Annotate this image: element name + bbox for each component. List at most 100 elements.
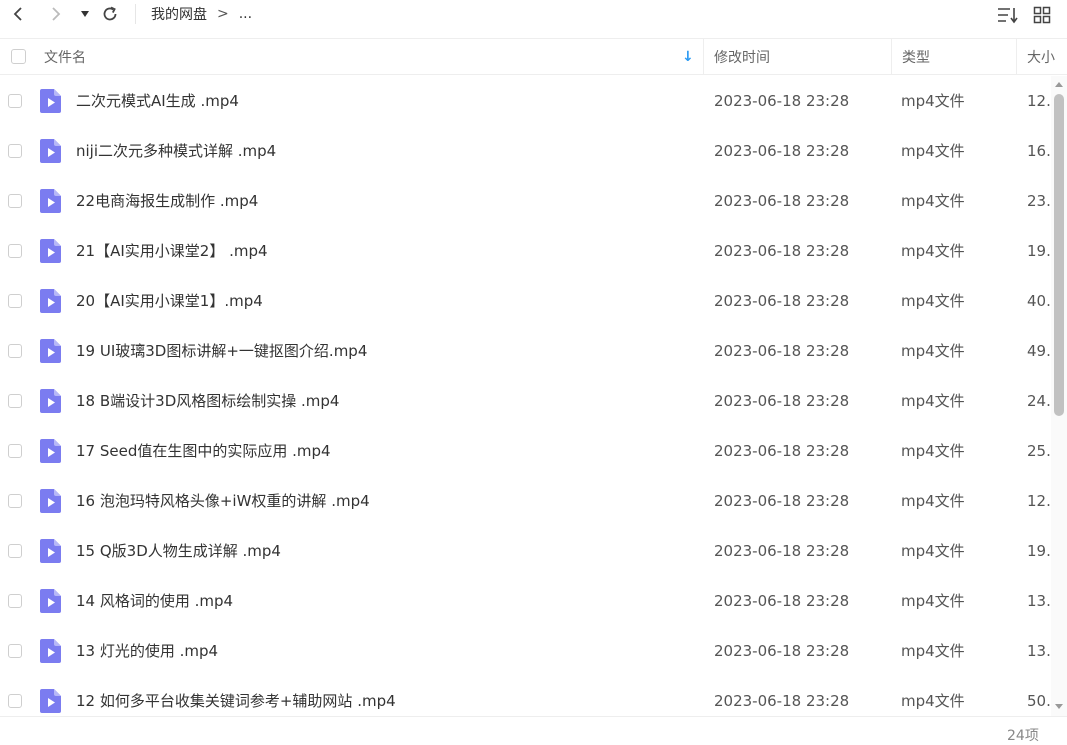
video-file-icon [40,689,61,713]
column-divider[interactable] [703,39,704,74]
file-modified: 2023-06-18 23:28 [714,442,850,460]
file-row[interactable]: 二次元模式AI生成 .mp4 2023-06-18 23:28 mp4文件 12… [0,76,1050,126]
file-modified: 2023-06-18 23:28 [714,242,850,260]
file-modified: 2023-06-18 23:28 [714,342,850,360]
grid-view-icon [1033,6,1051,24]
footer-divider [0,716,1067,717]
row-checkbox[interactable] [8,544,22,558]
sort-descending-icon: ↓ [682,48,694,65]
sort-button[interactable] [996,3,1020,27]
file-size: 19. [1027,542,1050,560]
row-checkbox[interactable] [8,194,22,208]
scrollbar-thumb[interactable] [1054,94,1064,416]
column-divider[interactable] [1016,39,1017,74]
select-all-checkbox[interactable] [11,49,26,64]
row-checkbox[interactable] [8,344,22,358]
row-checkbox[interactable] [8,244,22,258]
scroll-up-arrow-icon[interactable] [1055,82,1063,87]
file-type: mp4文件 [901,392,965,410]
refresh-button[interactable] [100,2,120,26]
file-row[interactable]: 13 灯光的使用 .mp4 2023-06-18 23:28 mp4文件 13. [0,626,1050,676]
file-type: mp4文件 [901,142,965,160]
file-modified: 2023-06-18 23:28 [714,492,850,510]
file-row[interactable]: 21【AI实用小课堂2】 .mp4 2023-06-18 23:28 mp4文件… [0,226,1050,276]
file-name: 21【AI实用小课堂2】 .mp4 [76,242,268,260]
file-modified: 2023-06-18 23:28 [714,142,850,160]
video-file-icon [40,489,61,513]
file-row[interactable]: niji二次元多种模式详解 .mp4 2023-06-18 23:28 mp4文… [0,126,1050,176]
video-file-icon [40,89,61,113]
caret-down-icon [81,11,89,17]
chevron-left-icon [13,7,22,21]
file-modified: 2023-06-18 23:28 [714,192,850,210]
column-modified[interactable]: 修改时间 [714,39,770,74]
file-name: 17 Seed值在生图中的实际应用 .mp4 [76,442,331,460]
column-name[interactable]: 文件名 ↓ [44,39,694,74]
video-file-icon [40,439,61,463]
video-file-icon [40,189,61,213]
file-row[interactable]: 22电商海报生成制作 .mp4 2023-06-18 23:28 mp4文件 2… [0,176,1050,226]
file-row[interactable]: 19 UI玻璃3D图标讲解+一键抠图介绍.mp4 2023-06-18 23:2… [0,326,1050,376]
back-button[interactable] [8,2,28,26]
file-name: 二次元模式AI生成 .mp4 [76,92,239,110]
file-name: 18 B端设计3D风格图标绘制实操 .mp4 [76,392,340,410]
file-modified: 2023-06-18 23:28 [714,92,850,110]
file-size: 19. [1027,242,1050,260]
file-type: mp4文件 [901,342,965,360]
file-modified: 2023-06-18 23:28 [714,392,850,410]
file-name: 13 灯光的使用 .mp4 [76,642,219,660]
view-toggle-button[interactable] [1032,3,1052,27]
scroll-down-arrow-icon[interactable] [1055,704,1063,709]
row-checkbox[interactable] [8,94,22,108]
row-checkbox[interactable] [8,494,22,508]
history-dropdown-button[interactable] [78,2,92,26]
file-modified: 2023-06-18 23:28 [714,692,850,710]
forward-button[interactable] [46,2,66,26]
file-name: 20【AI实用小课堂1】.mp4 [76,292,263,310]
video-file-icon [40,589,61,613]
row-checkbox[interactable] [8,594,22,608]
column-divider[interactable] [891,39,892,74]
row-checkbox[interactable] [8,694,22,708]
vertical-scrollbar[interactable] [1051,76,1067,716]
file-name: 22电商海报生成制作 .mp4 [76,192,259,210]
row-checkbox[interactable] [8,144,22,158]
breadcrumb-ellipsis[interactable]: ... [239,6,252,22]
column-type[interactable]: 类型 [902,39,930,74]
column-type-label: 类型 [902,49,930,66]
column-header: 文件名 ↓ 修改时间 类型 大小 [0,38,1067,75]
video-file-icon [40,139,61,163]
file-row[interactable]: 14 风格词的使用 .mp4 2023-06-18 23:28 mp4文件 13… [0,576,1050,626]
refresh-icon [103,6,117,21]
file-size: 23. [1027,192,1050,210]
column-size[interactable]: 大小 [1027,39,1067,74]
toolbar-divider [135,4,136,24]
file-row[interactable]: 15 Q版3D人物生成详解 .mp4 2023-06-18 23:28 mp4文… [0,526,1050,576]
file-list: 二次元模式AI生成 .mp4 2023-06-18 23:28 mp4文件 12… [0,76,1050,716]
file-name: 19 UI玻璃3D图标讲解+一键抠图介绍.mp4 [76,342,368,360]
row-checkbox[interactable] [8,444,22,458]
file-type: mp4文件 [901,242,965,260]
file-size: 50. [1027,692,1050,710]
column-modified-label: 修改时间 [714,49,770,66]
file-type: mp4文件 [901,542,965,560]
file-row[interactable]: 20【AI实用小课堂1】.mp4 2023-06-18 23:28 mp4文件 … [0,276,1050,326]
file-modified: 2023-06-18 23:28 [714,292,850,310]
breadcrumb: 我的网盘 > ... [151,3,252,25]
video-file-icon [40,539,61,563]
select-all-checkbox-cell[interactable] [11,39,26,74]
file-size: 13. [1027,642,1050,660]
file-name: 15 Q版3D人物生成详解 .mp4 [76,542,281,560]
row-checkbox[interactable] [8,394,22,408]
file-row[interactable]: 12 如何多平台收集关键词参考+辅助网站 .mp4 2023-06-18 23:… [0,676,1050,716]
file-row[interactable]: 16 泡泡玛特风格头像+iW权重的讲解 .mp4 2023-06-18 23:2… [0,476,1050,526]
file-row[interactable]: 17 Seed值在生图中的实际应用 .mp4 2023-06-18 23:28 … [0,426,1050,476]
row-checkbox[interactable] [8,644,22,658]
toolbar: 我的网盘 > ... [0,0,1067,30]
file-type: mp4文件 [901,442,965,460]
video-file-icon [40,339,61,363]
file-row[interactable]: 18 B端设计3D风格图标绘制实操 .mp4 2023-06-18 23:28 … [0,376,1050,426]
breadcrumb-root[interactable]: 我的网盘 [151,4,207,24]
row-checkbox[interactable] [8,294,22,308]
file-type: mp4文件 [901,92,965,110]
